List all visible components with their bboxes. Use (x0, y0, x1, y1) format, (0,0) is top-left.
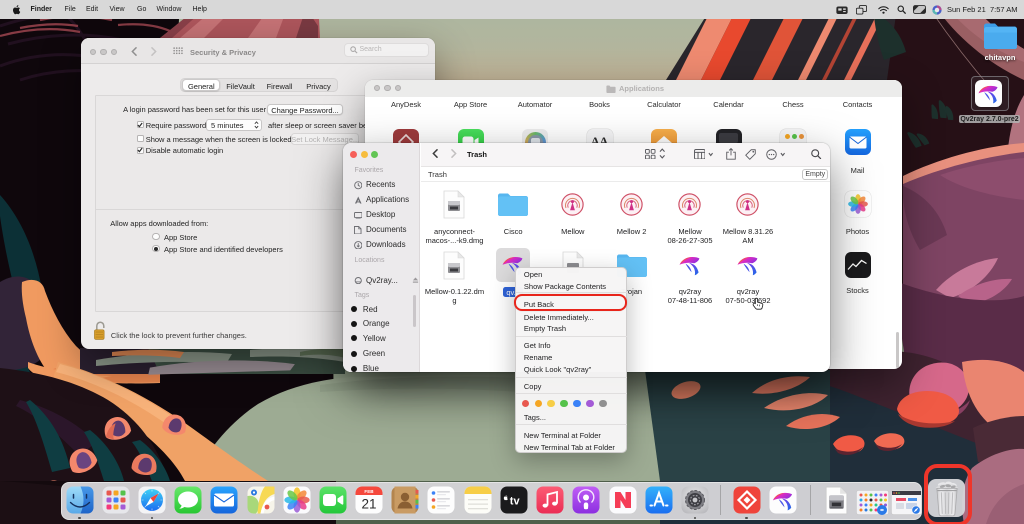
svg-text:21: 21 (362, 496, 377, 511)
svg-text:FEB: FEB (365, 488, 375, 493)
svg-text:tv: tv (510, 495, 521, 507)
